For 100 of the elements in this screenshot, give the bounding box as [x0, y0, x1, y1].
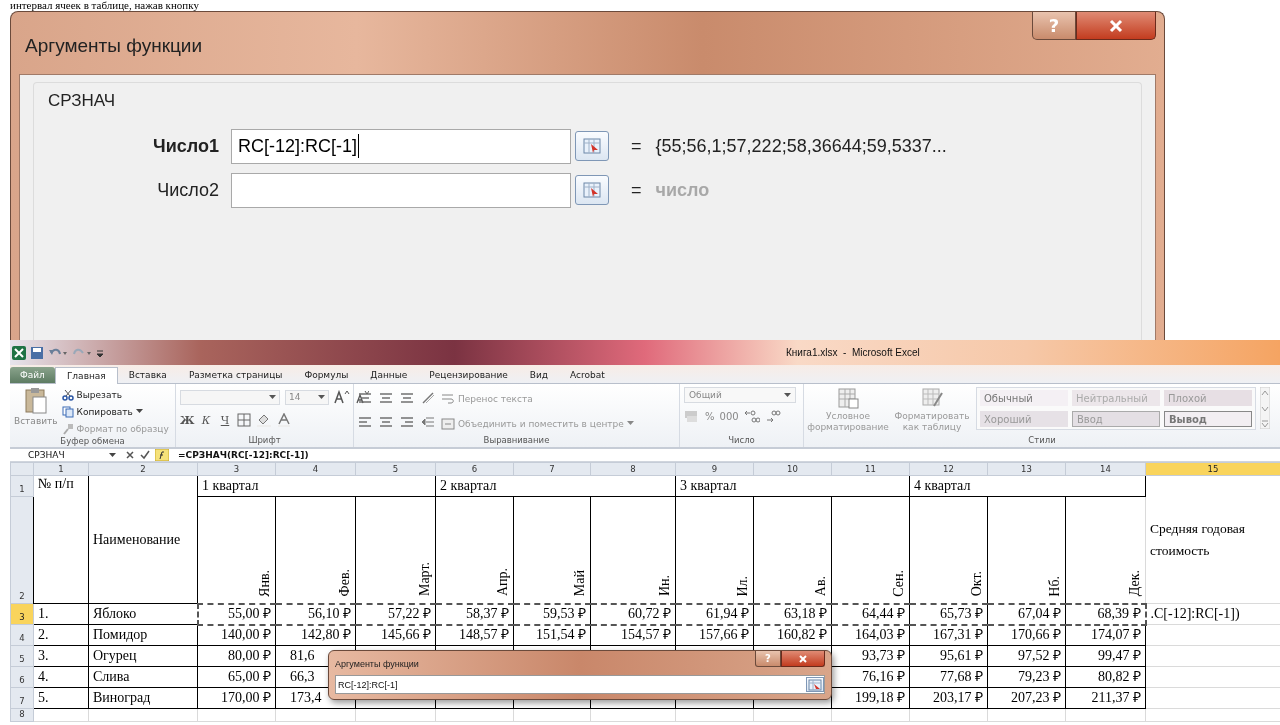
- cell-style[interactable]: Вывод: [1164, 411, 1252, 427]
- document-text: интервал ячеек в таблице, нажав кнопку: [9, 0, 200, 11]
- ribbon-tab[interactable]: Главная: [54, 367, 118, 384]
- column-header[interactable]: 15: [1145, 462, 1280, 476]
- underline-button[interactable]: Ч: [218, 413, 232, 427]
- column-header[interactable]: 11: [831, 462, 910, 476]
- table-cell: Май: [572, 570, 588, 597]
- orientation-icon: [421, 391, 437, 405]
- cut-button[interactable]: Вырезать: [61, 387, 169, 402]
- ribbon-tab[interactable]: Разметка страницы: [177, 367, 294, 383]
- expand-button[interactable]: [806, 677, 824, 692]
- ribbon-tab[interactable]: Вставка: [117, 367, 178, 383]
- column-header[interactable]: 9: [675, 462, 754, 476]
- argument-field[interactable]: RC[-12]:RC[-1]: [231, 128, 571, 164]
- caret-icon: [109, 452, 116, 458]
- table-cell: Ав.: [813, 576, 829, 597]
- table-cell: 59,53 ₽: [513, 603, 591, 625]
- table-cell: 57,22 ₽: [355, 603, 436, 625]
- row-header[interactable]: 5: [10, 645, 34, 667]
- column-header[interactable]: 14: [1065, 462, 1146, 476]
- copy-button[interactable]: Копировать: [61, 404, 169, 419]
- align-middle-icon: [379, 391, 393, 405]
- ribbon-tab[interactable]: Формулы: [293, 367, 360, 383]
- column-header[interactable]: 5: [355, 462, 436, 476]
- brush-icon: [61, 422, 74, 435]
- table-cell: 140,00 ₽: [197, 624, 276, 646]
- collapse-button[interactable]: [575, 175, 609, 205]
- table-cell: 80,00 ₽: [197, 645, 276, 667]
- row-header[interactable]: 6: [10, 666, 34, 688]
- fill-color-icon: [256, 413, 272, 427]
- column-header[interactable]: 6: [435, 462, 514, 476]
- column-header[interactable]: 1: [33, 462, 89, 476]
- table-cell: 3.: [33, 645, 89, 667]
- row-header[interactable]: 1: [10, 475, 34, 497]
- save-icon: [30, 345, 44, 360]
- close-button[interactable]: [781, 651, 825, 667]
- column-header[interactable]: 3: [197, 462, 276, 476]
- row-header[interactable]: 7: [10, 687, 34, 709]
- table-cell: 148,57 ₽: [435, 624, 514, 646]
- collapse-button[interactable]: [575, 131, 609, 161]
- table-cell: 174,07 ₽: [1065, 624, 1146, 646]
- group-label: Выравнивание: [482, 435, 551, 447]
- ribbon-tab[interactable]: Данные: [359, 367, 419, 383]
- table-cell: Слива: [88, 666, 198, 688]
- close-button[interactable]: [1076, 12, 1156, 40]
- italic-button[interactable]: К: [199, 413, 213, 427]
- align-bottom-icon: [400, 391, 414, 405]
- table-cell: 211,37 ₽: [1065, 687, 1146, 709]
- file-tab[interactable]: Файл: [10, 367, 55, 383]
- formula-field[interactable]: =СРЗНАЧ(RC[-12]:RC[-1]): [178, 450, 309, 460]
- table-cell: 63,18 ₽: [753, 603, 832, 625]
- equals-sign: =: [631, 135, 642, 157]
- column-header[interactable]: 4: [275, 462, 356, 476]
- ribbon-tab[interactable]: Рецензирование: [418, 367, 519, 383]
- table-cell: 99,47 ₽: [1065, 645, 1146, 667]
- group-label: Буфер обмена: [59, 436, 126, 447]
- bold-button[interactable]: Ж: [180, 413, 194, 427]
- table-cell: 58,37 ₽: [435, 603, 514, 625]
- table-cell: Огурец: [88, 645, 198, 667]
- window-title: Книга1.xlsx - Microsoft Excel: [786, 347, 920, 358]
- range-picker-icon: [808, 678, 822, 691]
- enter-icon: [140, 450, 150, 460]
- column-header[interactable]: 8: [590, 462, 676, 476]
- group-label: Стили: [1027, 435, 1057, 447]
- percent-button[interactable]: %: [705, 410, 715, 422]
- ribbon-tab[interactable]: Acrobat: [559, 367, 616, 383]
- row-header[interactable]: 4: [10, 624, 34, 646]
- column-header[interactable]: 10: [753, 462, 832, 476]
- table-cell: Наименование: [88, 475, 198, 604]
- column-header[interactable]: 2: [88, 462, 198, 476]
- argument-label: Число2: [156, 179, 220, 201]
- scissors-icon: [61, 388, 74, 401]
- row-header[interactable]: 2: [10, 496, 34, 604]
- caret-icon: [784, 392, 791, 398]
- caret-icon: [269, 394, 276, 400]
- table-cell: 77,68 ₽: [909, 666, 988, 688]
- caret-icon: [318, 394, 325, 400]
- align-center-icon: [379, 415, 393, 429]
- thousands-button[interactable]: 000: [719, 410, 739, 422]
- table-cell: 61,94 ₽: [675, 603, 754, 625]
- table-cell: 2 квартал: [435, 475, 676, 497]
- copy-icon: [61, 405, 74, 418]
- column-header[interactable]: 12: [909, 462, 988, 476]
- align-right-icon: [400, 415, 414, 429]
- argument-field[interactable]: [231, 172, 571, 208]
- row-header[interactable]: 3: [10, 603, 34, 625]
- increase-decimal-icon: [743, 409, 760, 423]
- column-header[interactable]: 7: [513, 462, 591, 476]
- paste-button[interactable]: Вставить: [14, 387, 58, 426]
- ribbon-tab[interactable]: Вид: [518, 367, 560, 383]
- table-cell: Янв.: [257, 569, 273, 597]
- column-header[interactable]: 13: [987, 462, 1066, 476]
- name-box[interactable]: СРЗНАЧ: [10, 450, 120, 460]
- cell-style[interactable]: Обычный: [980, 390, 1068, 406]
- number-format-field[interactable]: Общий: [684, 387, 796, 403]
- decrease-decimal-icon: [764, 409, 781, 423]
- function-name: СРЗНАЧ: [48, 91, 117, 111]
- table-cell: 97,52 ₽: [987, 645, 1066, 667]
- font-name-field[interactable]: [180, 389, 280, 405]
- cancel-icon: [125, 450, 135, 460]
